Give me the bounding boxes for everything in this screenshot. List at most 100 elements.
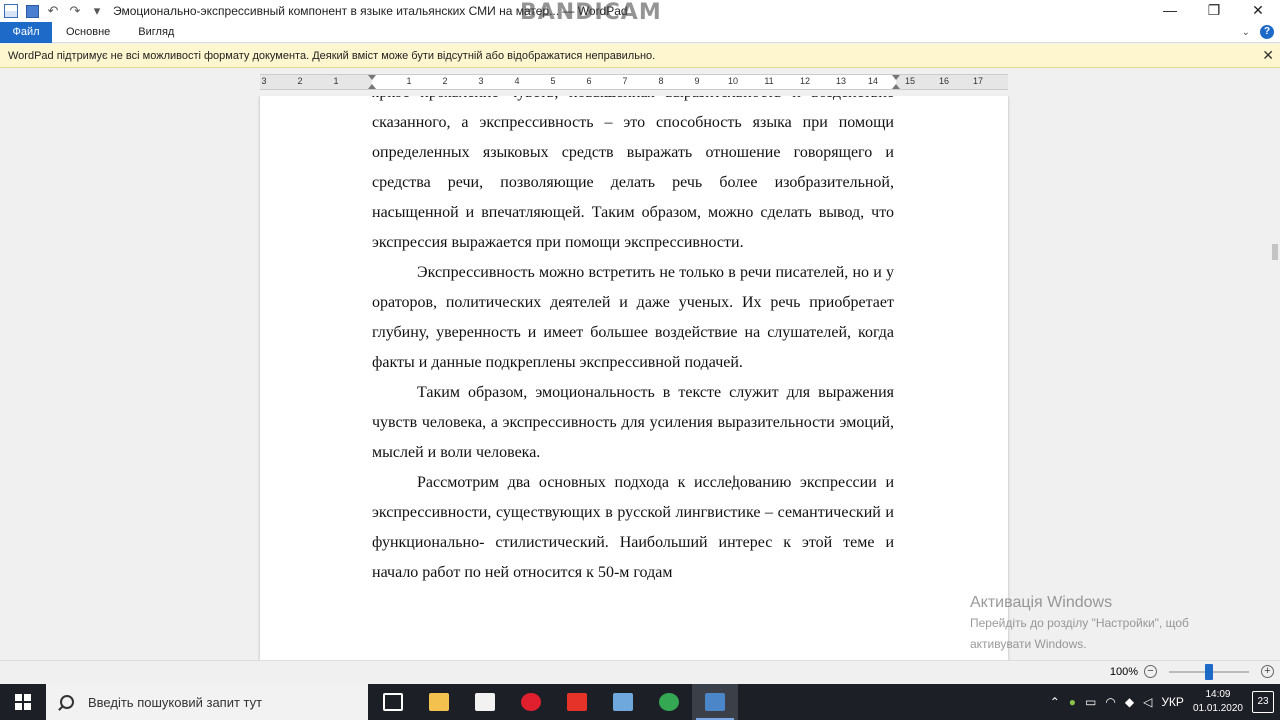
- windows-activation-watermark: Активація Windows Перейдіть до розділу "…: [970, 594, 1189, 654]
- zoom-out-icon[interactable]: −: [1144, 665, 1157, 678]
- search-placeholder: Введіть пошуковий запит тут: [88, 694, 263, 710]
- task-view-icon: [383, 693, 403, 711]
- left-indent-marker[interactable]: [368, 75, 376, 89]
- ruler-label: 10: [727, 76, 739, 86]
- scrollbar-thumb[interactable]: [1272, 244, 1278, 260]
- ruler-label: 9: [694, 76, 700, 86]
- activation-title: Активація Windows: [970, 594, 1113, 611]
- ruler-label: 2: [297, 76, 303, 86]
- paint-icon: [613, 693, 633, 711]
- infobar-close-icon[interactable]: ✕: [1262, 47, 1274, 64]
- ruler-label: 14: [867, 76, 879, 86]
- taskbar-app-opera[interactable]: [508, 684, 554, 720]
- wordpad-app-icon[interactable]: [4, 4, 18, 18]
- vertical-scrollbar[interactable]: [1270, 96, 1280, 660]
- tab-view[interactable]: Вигляд: [124, 22, 188, 43]
- start-button[interactable]: [0, 684, 46, 720]
- battery-icon[interactable]: ▭: [1085, 695, 1096, 709]
- tab-file[interactable]: Файл: [0, 21, 52, 43]
- notifications-icon[interactable]: 23: [1252, 691, 1274, 713]
- ruler[interactable]: 3 2 1 1 2 3 4 5 6 7 8 9 10 11 12 13 14 1…: [260, 74, 1008, 90]
- zoom-slider-knob[interactable]: [1205, 663, 1213, 680]
- title-bar: ↶ ↷ ▾ Эмоционально-экспрессивный компоне…: [0, 0, 1280, 25]
- file-explorer-icon: [429, 693, 449, 711]
- ruler-label: 13: [835, 76, 847, 86]
- search-icon: [60, 695, 74, 709]
- ruler-label: 11: [764, 76, 774, 86]
- taskbar-app-yandex[interactable]: [554, 684, 600, 720]
- show-hidden-icons-icon[interactable]: ⌃: [1050, 695, 1060, 709]
- ruler-label: 16: [938, 76, 950, 86]
- clock-date: 01.01.2020: [1192, 703, 1243, 714]
- compatibility-infobar: WordPad підтримує не всі можливості форм…: [0, 44, 1280, 68]
- tab-home[interactable]: Основне: [52, 22, 124, 43]
- taskbar-app-task-view[interactable]: [370, 684, 416, 720]
- ribbon-tabs: Файл Основне Вигляд ⌄ ?: [0, 21, 1280, 43]
- taskbar-app-paint[interactable]: [600, 684, 646, 720]
- right-indent-marker[interactable]: [892, 75, 900, 89]
- tray-app-icon[interactable]: ●: [1069, 695, 1076, 709]
- activation-line1: Перейдіть до розділу "Настройки", щоб: [970, 616, 1189, 630]
- window-controls: — ❐ ✕: [1148, 0, 1280, 22]
- network-icon[interactable]: ◠: [1105, 695, 1115, 709]
- taskbar-app-store[interactable]: [462, 684, 508, 720]
- taskbar-apps: [370, 684, 738, 720]
- ruler-label: 4: [514, 76, 520, 86]
- ruler-label: 17: [972, 76, 984, 86]
- volume-icon[interactable]: ◁: [1143, 695, 1152, 709]
- document-text[interactable]: яркое проявление чувств, повышенная выра…: [372, 96, 894, 588]
- ruler-label: 15: [904, 76, 916, 86]
- activation-line2: активувати Windows.: [970, 637, 1087, 651]
- ruler-label: 3: [478, 76, 484, 86]
- minimize-button[interactable]: —: [1148, 0, 1192, 22]
- ruler-label: 8: [658, 76, 664, 86]
- chrome-icon: [659, 693, 679, 711]
- ruler-label: 5: [550, 76, 556, 86]
- zoom-control: 100% − +: [1109, 663, 1274, 680]
- zoom-slider[interactable]: [1169, 663, 1249, 680]
- taskbar-app-chrome[interactable]: [646, 684, 692, 720]
- document-page[interactable]: яркое проявление чувств, повышенная выра…: [260, 96, 1008, 660]
- clock-time: 14:09: [1205, 689, 1231, 700]
- ruler-label: 12: [799, 76, 811, 86]
- status-bar: 100% − +: [0, 660, 1280, 684]
- ruler-label: 3: [261, 76, 267, 86]
- infobar-message: WordPad підтримує не всі можливості форм…: [8, 49, 656, 62]
- taskbar-search[interactable]: Введіть пошуковий запит тут: [46, 684, 368, 720]
- text-cursor-icon: I: [732, 474, 737, 490]
- wordpad-icon: [705, 693, 725, 711]
- windows-logo-icon: [15, 694, 31, 710]
- dropbox-icon[interactable]: ◆: [1125, 695, 1134, 709]
- save-icon[interactable]: [26, 4, 39, 18]
- zoom-in-icon[interactable]: +: [1261, 665, 1274, 678]
- paragraph[interactable]: Таким образом, эмоциональность в тексте …: [372, 378, 894, 468]
- quick-access-toolbar: ↶ ↷ ▾: [26, 3, 105, 19]
- yandex-icon: [567, 693, 587, 711]
- ruler-label: 7: [622, 76, 628, 86]
- maximize-button[interactable]: ❐: [1192, 0, 1236, 22]
- close-button[interactable]: ✕: [1236, 0, 1280, 22]
- help-icon[interactable]: ?: [1260, 25, 1274, 39]
- ruler-label: 1: [333, 76, 339, 86]
- store-icon: [475, 693, 495, 711]
- language-indicator[interactable]: УКР: [1161, 695, 1184, 709]
- paragraph[interactable]: яркое проявление чувств, повышенная выра…: [372, 96, 894, 258]
- taskbar: Введіть пошуковий запит тут ⌃ ● ▭ ◠ ◆ ◁ …: [0, 684, 1280, 720]
- taskbar-app-file-explorer[interactable]: [416, 684, 462, 720]
- ruler-label: 6: [586, 76, 592, 86]
- paragraph[interactable]: Рассмотрим два основных подхода к исслед…: [372, 468, 894, 588]
- redo-icon[interactable]: ↷: [67, 3, 83, 19]
- undo-icon[interactable]: ↶: [45, 3, 61, 19]
- opera-icon: [521, 693, 541, 711]
- paragraph[interactable]: Экспрессивность можно встретить не тольк…: [372, 258, 894, 378]
- clock[interactable]: 14:09 01.01.2020: [1193, 688, 1243, 716]
- taskbar-app-wordpad[interactable]: [692, 684, 738, 720]
- document-area[interactable]: яркое проявление чувств, повышенная выра…: [0, 96, 1270, 660]
- ruler-label: 1: [406, 76, 412, 86]
- customize-dropdown-icon[interactable]: ▾: [89, 3, 105, 19]
- system-tray: ⌃ ● ▭ ◠ ◆ ◁ УКР 14:09 01.01.2020 23: [1050, 684, 1280, 720]
- ruler-area: 3 2 1 1 2 3 4 5 6 7 8 9 10 11 12 13 14 1…: [0, 68, 1280, 96]
- zoom-level: 100%: [1109, 665, 1138, 678]
- collapse-ribbon-icon[interactable]: ⌄: [1242, 27, 1250, 38]
- ruler-label: 2: [442, 76, 448, 86]
